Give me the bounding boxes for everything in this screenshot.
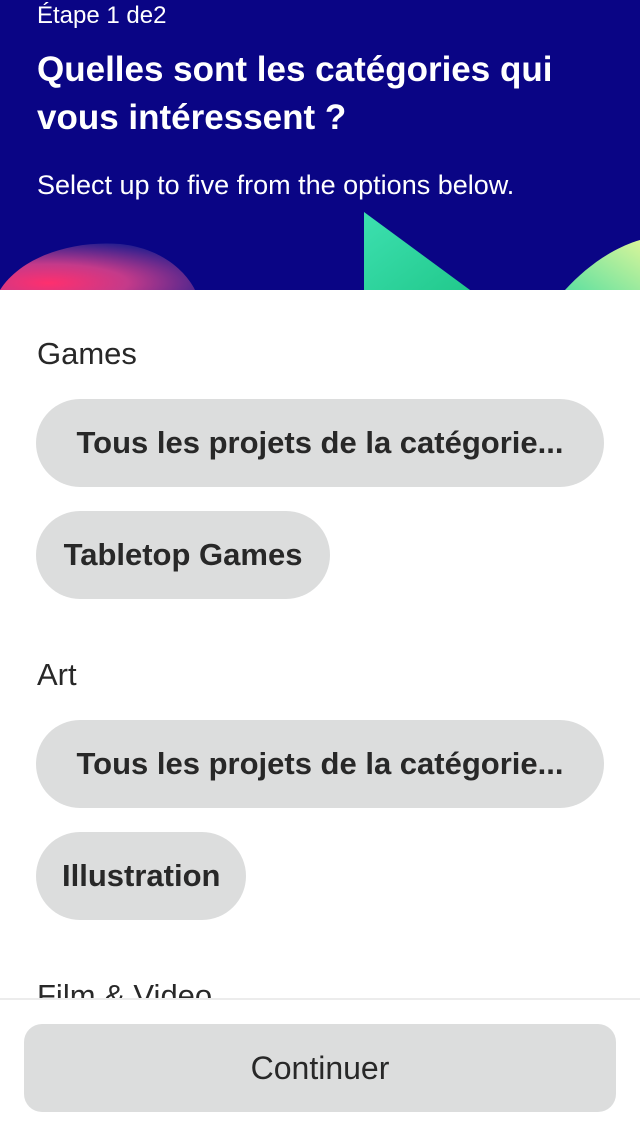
bottom-bar: Continuer	[0, 998, 640, 1136]
section-title-film-video: Film & Video	[37, 978, 213, 998]
page-title: Quelles sont les catégories qui vous int…	[37, 50, 553, 137]
screen: Étape 1 de2 Quelles sont les catégories …	[0, 0, 640, 1136]
chip-tabletop-games[interactable]: Tabletop Games	[36, 511, 330, 599]
section-title-art: Art	[37, 657, 77, 692]
header-banner: Étape 1 de2 Quelles sont les catégories …	[0, 0, 640, 290]
step-indicator: Étape 1 de2	[37, 2, 167, 29]
page-subtitle: Select up to five from the options below…	[37, 170, 515, 200]
section-title-games: Games	[37, 336, 137, 371]
chip-illustration[interactable]: Illustration	[36, 832, 246, 920]
chip-art-all[interactable]: Tous les projets de la catégorie...	[36, 720, 604, 808]
categories-list[interactable]: Games Tous les projets de la catégorie..…	[0, 290, 640, 998]
continue-button[interactable]: Continuer	[24, 1024, 616, 1112]
chip-games-all[interactable]: Tous les projets de la catégorie...	[36, 399, 604, 487]
decorative-shapes-graphic	[0, 212, 640, 290]
